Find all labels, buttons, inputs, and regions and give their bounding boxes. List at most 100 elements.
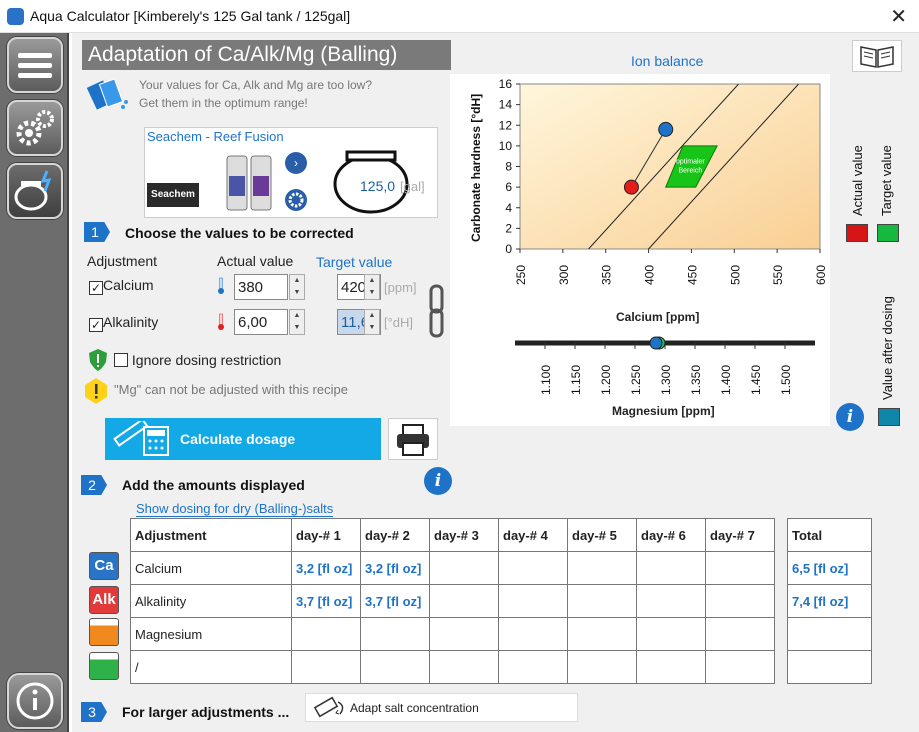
y-tick-label: 0 bbox=[505, 242, 512, 256]
alkalinity-checkbox-row[interactable]: ✓ Alkalinity bbox=[89, 314, 158, 332]
y-axis-label: Carbonate hardness [°dH] bbox=[469, 93, 483, 242]
show-dry-salts-link[interactable]: Show dosing for dry (Balling-)salts bbox=[136, 501, 334, 517]
legend-actual-label: Actual value bbox=[850, 145, 865, 216]
calcium-label: Calcium bbox=[103, 277, 154, 293]
calcium-unit: [ppm] bbox=[384, 280, 417, 295]
data-point bbox=[658, 121, 674, 137]
chain-link-icon[interactable] bbox=[426, 284, 448, 338]
calcium-actual-input[interactable]: 380 bbox=[234, 274, 288, 300]
adapt-salt-button[interactable]: Adapt salt concentration bbox=[305, 693, 578, 722]
table-cell: 3,7 [fl oz] bbox=[291, 584, 361, 618]
y-tick-label: 16 bbox=[499, 77, 513, 91]
balling-button[interactable] bbox=[7, 163, 63, 219]
thermometer-blue-icon bbox=[218, 277, 224, 294]
product-settings-button[interactable] bbox=[285, 189, 307, 211]
x-tick-label: 350 bbox=[600, 265, 614, 285]
y-tick-label: 14 bbox=[499, 98, 513, 112]
y-tick-label: 6 bbox=[505, 180, 512, 194]
x-tick-label: 450 bbox=[685, 265, 699, 285]
table-row: / bbox=[130, 650, 775, 684]
calcium-checkbox-row[interactable]: ✓ Calcium bbox=[89, 277, 154, 295]
settings-button[interactable] bbox=[7, 100, 63, 156]
header-day-5: day-# 5 bbox=[567, 518, 637, 552]
magnesium-icon bbox=[89, 618, 119, 646]
table-cell bbox=[567, 584, 637, 618]
print-button[interactable] bbox=[388, 418, 438, 460]
calcium-checkbox[interactable]: ✓ bbox=[89, 281, 103, 295]
hamburger-icon bbox=[18, 53, 52, 78]
x-tick-label: 500 bbox=[728, 265, 742, 285]
legend-actual-swatch bbox=[846, 224, 868, 242]
mg-note: "Mg" can not be adjusted with this recip… bbox=[114, 382, 348, 397]
table-cell bbox=[498, 584, 568, 618]
legend-after-swatch bbox=[878, 408, 900, 426]
dosing-info-button[interactable]: i bbox=[424, 467, 452, 495]
mg-marker bbox=[649, 336, 663, 350]
alkalinity-checkbox[interactable]: ✓ bbox=[89, 318, 103, 332]
alkalinity-icon: Alk bbox=[89, 586, 119, 614]
table-cell bbox=[360, 650, 430, 684]
x-axis-label: Calcium [ppm] bbox=[616, 310, 700, 324]
x-tick-label: 300 bbox=[557, 265, 571, 285]
y-tick-label: 8 bbox=[505, 160, 512, 174]
table-cell bbox=[360, 617, 430, 651]
total-cell: 7,4 [fl oz] bbox=[787, 584, 872, 618]
alkalinity-actual-input[interactable]: 6,00 bbox=[234, 309, 288, 335]
header-total: Total bbox=[787, 518, 872, 552]
warning-icon bbox=[85, 378, 107, 404]
table-cell bbox=[429, 584, 499, 618]
about-button[interactable] bbox=[7, 673, 63, 729]
calculator-icon bbox=[113, 421, 169, 456]
sidebar bbox=[0, 33, 69, 732]
chart-info-button[interactable]: i bbox=[836, 403, 864, 431]
header-day-7: day-# 7 bbox=[705, 518, 775, 552]
menu-button[interactable] bbox=[7, 37, 63, 93]
ignore-restriction-row[interactable]: Ignore dosing restriction bbox=[114, 352, 281, 368]
table-cell bbox=[291, 617, 361, 651]
product-name[interactable]: Seachem - Reef Fusion bbox=[147, 129, 284, 144]
section-1-label: Choose the values to be corrected bbox=[125, 225, 354, 241]
section-2-label: Add the amounts displayed bbox=[122, 477, 305, 493]
alkalinity-actual-spinner[interactable]: ▲ ▼ bbox=[289, 309, 305, 335]
manual-button[interactable] bbox=[852, 40, 902, 72]
ignore-restriction-checkbox[interactable] bbox=[114, 353, 128, 367]
alkalinity-label: Alkalinity bbox=[103, 314, 159, 330]
close-button[interactable]: ✕ bbox=[890, 4, 907, 29]
table-cell bbox=[705, 650, 775, 684]
optimal-region-label: optimaler bbox=[676, 159, 705, 166]
ion-balance-chart: 0 2 4 6 8 10 12 14 16 250 300 350 400 450 500 550 600 opt… bbox=[450, 74, 830, 334]
col-adjustment-header: Adjustment bbox=[87, 253, 158, 269]
header-day-1: day-# 1 bbox=[291, 518, 361, 552]
plot-area bbox=[519, 83, 821, 250]
mg-tick-label: 1.250 bbox=[629, 365, 643, 395]
app-icon bbox=[7, 8, 24, 25]
y-tick-label: 2 bbox=[505, 221, 512, 235]
optimal-region-label: Bereich bbox=[678, 168, 702, 175]
tank-volume: 125,0 bbox=[360, 178, 396, 194]
hint-line-1: Your values for Ca, Alk and Mg are too l… bbox=[139, 78, 373, 92]
thermometer-red-icon bbox=[218, 313, 224, 330]
table-cell bbox=[291, 650, 361, 684]
section-3-label: For larger adjustments ... bbox=[122, 704, 290, 720]
magnesium-axis-label: Magnesium [ppm] bbox=[612, 404, 715, 418]
table-cell bbox=[567, 650, 637, 684]
y-tick-label: 4 bbox=[505, 201, 512, 215]
total-cell: 6,5 [fl oz] bbox=[787, 551, 872, 585]
next-product-button[interactable]: › bbox=[285, 152, 307, 174]
title-bar: Aqua Calculator [Kimberely's 125 Gal tan… bbox=[0, 0, 919, 33]
col-target-header: Target value bbox=[316, 254, 393, 270]
calcium-actual-spinner[interactable]: ▲ ▼ bbox=[289, 274, 305, 300]
y-tick-label: 10 bbox=[499, 139, 513, 153]
row-name: Alkalinity bbox=[130, 584, 292, 618]
table-cell bbox=[567, 617, 637, 651]
legend-target-swatch bbox=[877, 224, 899, 242]
table-header-row: Adjustment day-# 1 day-# 2 day-# 3 day-#… bbox=[130, 518, 775, 552]
col-actual-header: Actual value bbox=[217, 253, 294, 269]
legend-target-label: Target value bbox=[879, 145, 894, 216]
calcium-target-spinner[interactable]: ▲ ▼ bbox=[364, 274, 380, 300]
calculate-dosage-button[interactable]: Calculate dosage bbox=[105, 418, 381, 460]
alkalinity-target-spinner[interactable]: ▲ ▼ bbox=[364, 309, 380, 335]
row-name: Calcium bbox=[130, 551, 292, 585]
gears-icon bbox=[16, 110, 54, 146]
mg-tick-label: 1.500 bbox=[779, 365, 793, 395]
